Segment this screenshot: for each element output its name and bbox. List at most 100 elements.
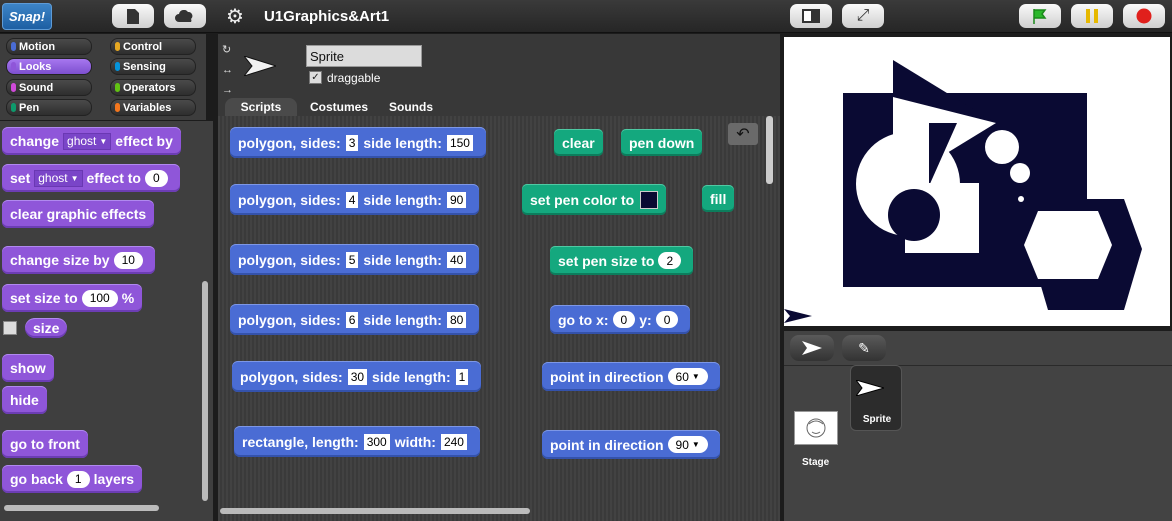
size-watcher-checkbox[interactable] <box>3 321 17 335</box>
size-reporter-block[interactable]: size <box>25 318 68 338</box>
palette-horizontal-scrollbar[interactable] <box>4 505 159 511</box>
sprite-corral: ✎ Stage Sprite <box>784 331 1172 521</box>
block-label: effect to <box>86 170 141 186</box>
set-effect-block[interactable]: set ghost ▼ effect to 0 <box>2 164 180 192</box>
pen-down-block[interactable]: pen down <box>621 129 703 156</box>
category-looks[interactable]: Looks <box>6 58 92 75</box>
category-label: Operators <box>123 81 176 94</box>
normal-stage-icon <box>802 9 820 23</box>
polygon-block[interactable]: polygon, sides: 30 side length: 1 <box>232 361 482 392</box>
show-block[interactable]: show <box>2 354 54 382</box>
layers-slot[interactable]: 1 <box>66 470 90 488</box>
pen-size-slot[interactable]: 2 <box>658 252 682 269</box>
stage-size-button[interactable] <box>790 4 832 28</box>
direction-slot[interactable]: 60 ▼ <box>667 368 708 385</box>
pen-color-swatch[interactable] <box>640 190 659 209</box>
draggable-checkbox[interactable]: ✓ <box>309 71 322 84</box>
set-pen-color-block[interactable]: set pen color to <box>522 184 667 215</box>
sprite-icon-label: Sprite <box>862 414 892 425</box>
scripts-horizontal-scrollbar[interactable] <box>220 508 530 514</box>
sides-input[interactable]: 5 <box>345 251 359 268</box>
tab-scripts[interactable]: Scripts <box>225 98 297 116</box>
side-length-input[interactable]: 1 <box>455 368 469 385</box>
clear-graphic-effects-block[interactable]: clear graphic effects <box>2 200 155 228</box>
sprite-name-field[interactable]: Sprite <box>306 45 422 67</box>
point-in-direction-block[interactable]: point in direction 60 ▼ <box>542 362 720 391</box>
presentation-mode-button[interactable]: ⤢ <box>842 4 884 28</box>
category-operators[interactable]: Operators <box>110 79 196 96</box>
fill-block[interactable]: fill <box>702 185 735 212</box>
file-button[interactable] <box>112 4 154 28</box>
side-length-input[interactable]: 90 <box>446 191 467 208</box>
stop-button[interactable] <box>1123 4 1165 28</box>
set-pen-size-block[interactable]: set pen size to 2 <box>550 246 694 275</box>
category-sound[interactable]: Sound <box>6 79 92 96</box>
block-label: % <box>121 290 135 306</box>
block-label: set pen color to <box>530 191 635 208</box>
category-variables[interactable]: Variables <box>110 99 196 116</box>
clear-block[interactable]: clear <box>554 129 603 156</box>
sides-input[interactable]: 6 <box>345 311 359 328</box>
tab-costumes[interactable]: Costumes <box>300 98 378 116</box>
green-flag-button[interactable] <box>1019 4 1061 28</box>
effect-value-slot[interactable]: 0 <box>144 169 168 187</box>
polygon-block[interactable]: polygon, sides: 5 side length: 40 <box>230 244 480 275</box>
block-label: set size to <box>10 290 78 306</box>
category-label: Sound <box>19 81 54 94</box>
polygon-block[interactable]: polygon, sides: 6 side length: 80 <box>230 304 480 335</box>
scripting-area[interactable]: polygon, sides: 3 side length: 150 polygon,… <box>218 116 780 521</box>
polygon-block[interactable]: polygon, sides: 4 side length: 90 <box>230 184 480 215</box>
category-pen[interactable]: Pen <box>6 99 92 116</box>
point-in-direction-block[interactable]: point in direction 90 ▼ <box>542 430 720 459</box>
side-length-input[interactable]: 80 <box>446 311 467 328</box>
category-label: Looks <box>19 60 52 73</box>
change-size-block[interactable]: change size by 10 <box>2 246 155 274</box>
palette-scrollbar[interactable] <box>202 281 208 501</box>
stage[interactable] <box>784 37 1170 326</box>
rotate-all-around-icon[interactable]: ↻ <box>222 40 233 60</box>
size-change-slot[interactable]: 10 <box>113 251 143 269</box>
stage-thumbnail[interactable] <box>794 411 838 445</box>
go-to-front-block[interactable]: go to front <box>2 430 88 458</box>
width-input[interactable]: 240 <box>440 433 467 450</box>
rectangle-block[interactable]: rectangle, length: 300 width: 240 <box>234 426 480 457</box>
size-value-slot[interactable]: 100 <box>81 289 118 307</box>
tab-sounds[interactable]: Sounds <box>380 98 442 116</box>
undo-drop-button[interactable]: ↶ <box>728 123 758 145</box>
paint-new-sprite-button[interactable]: ✎ <box>842 335 886 361</box>
pause-button[interactable] <box>1071 4 1113 28</box>
side-length-input[interactable]: 150 <box>446 134 473 151</box>
cloud-button[interactable] <box>164 4 206 28</box>
y-slot[interactable]: 0 <box>655 311 679 328</box>
scripts-vertical-scrollbar[interactable] <box>766 116 773 184</box>
go-back-layers-block[interactable]: go back 1 layers <box>2 465 143 493</box>
effect-dropdown[interactable]: ghost ▼ <box>63 132 112 150</box>
snap-logo[interactable]: Snap! <box>2 3 52 30</box>
add-turtle-sprite-button[interactable] <box>790 335 834 361</box>
category-sensing[interactable]: Sensing <box>110 58 196 75</box>
direction-slot[interactable]: 90 ▼ <box>667 436 708 453</box>
settings-gear-icon[interactable]: ⚙ <box>226 4 244 29</box>
polygon-block[interactable]: polygon, sides: 3 side length: 150 <box>230 127 486 158</box>
category-control[interactable]: Control <box>110 38 196 55</box>
sides-input[interactable]: 3 <box>345 134 359 151</box>
side-length-input[interactable]: 40 <box>446 251 467 268</box>
sprite-icon-tile[interactable]: Sprite <box>850 365 902 431</box>
set-size-block[interactable]: set size to 100 % <box>2 284 143 312</box>
length-input[interactable]: 300 <box>363 433 390 450</box>
x-slot[interactable]: 0 <box>612 311 636 328</box>
effect-dropdown[interactable]: ghost ▼ <box>34 169 83 187</box>
hide-block[interactable]: hide <box>2 386 47 414</box>
expand-icon: ⤢ <box>856 7 870 24</box>
block-label: set pen size to <box>558 252 655 269</box>
rotate-left-right-icon[interactable]: ↔ <box>222 60 233 80</box>
sides-input[interactable]: 4 <box>345 191 359 208</box>
go-to-xy-block[interactable]: go to x: 0 y: 0 <box>550 305 691 334</box>
motion-color-dot <box>11 42 16 51</box>
category-motion[interactable]: Motion <box>6 38 92 55</box>
block-label: go back <box>10 471 63 487</box>
change-effect-block[interactable]: change ghost ▼ effect by <box>2 127 181 155</box>
sides-input[interactable]: 30 <box>347 368 368 385</box>
paintbrush-icon: ✎ <box>858 339 870 356</box>
no-rotation-icon[interactable]: → <box>222 80 233 100</box>
